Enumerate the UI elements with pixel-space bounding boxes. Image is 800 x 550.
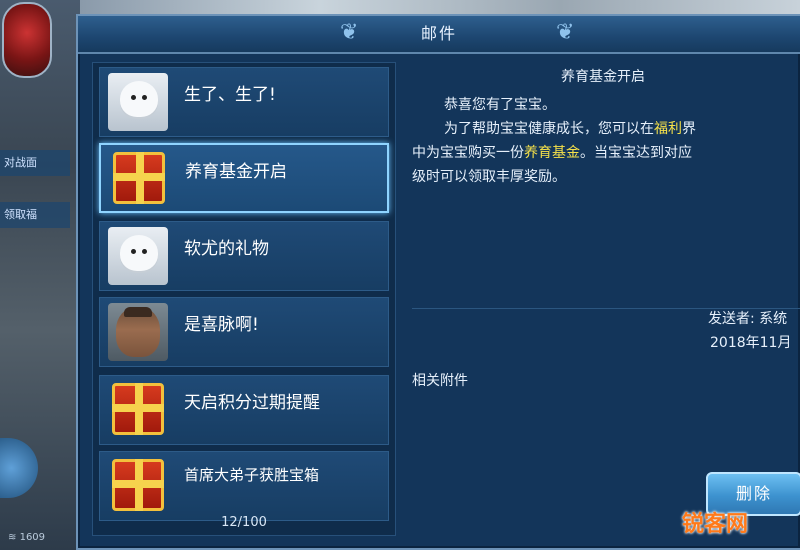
mail-window-title: 邮件 xyxy=(420,24,457,43)
mail-sender: 发送者: 系统 xyxy=(708,311,788,327)
mail-thumb xyxy=(108,381,168,439)
mail-thumb xyxy=(108,303,168,361)
mail-item-title: 生了、生了! xyxy=(184,85,276,105)
mail-list-item[interactable]: 软尤的礼物 xyxy=(99,221,389,291)
old-man-portrait-icon xyxy=(116,307,160,357)
network-status: ≋ 1609 xyxy=(8,532,46,543)
mail-list-item[interactable]: 是喜脉啊! xyxy=(99,297,389,367)
mail-item-title: 天启积分过期提醒 xyxy=(184,393,320,413)
mail-date: 2018年11月 xyxy=(710,335,792,351)
ghost-pet-icon xyxy=(120,81,158,117)
mail-thumb xyxy=(108,73,168,131)
mail-list-item[interactable]: 首席大弟子获胜宝箱 xyxy=(99,451,389,521)
hud-label-welfare[interactable]: 领取福 xyxy=(0,202,70,228)
mail-titlebar: ❦ 邮件 ❦ xyxy=(78,16,800,54)
wifi-icon: ≋ xyxy=(8,532,17,543)
ornament-right-icon: ❦ xyxy=(556,20,575,45)
gift-box-icon xyxy=(112,459,164,511)
mail-item-title: 软尤的礼物 xyxy=(184,239,269,259)
welfare-link[interactable]: 福利 xyxy=(654,121,682,137)
mail-list-item-selected[interactable]: 养育基金开启 xyxy=(99,143,389,213)
mail-subject: 养育基金开启 xyxy=(561,69,645,85)
watermark-logo: 锐客网 xyxy=(682,512,749,537)
mail-body-line: 中为宝宝购买一份养育基金。当宝宝达到对应 xyxy=(412,145,692,161)
mail-body-line: 恭喜您有了宝宝。 xyxy=(444,97,556,113)
mail-detail: 养育基金开启 恭喜您有了宝宝。 为了帮助宝宝健康成长，您可以在福利界 中为宝宝购… xyxy=(404,62,800,534)
mail-item-title: 首席大弟子获胜宝箱 xyxy=(184,466,320,484)
mail-body-line: 为了帮助宝宝健康成长，您可以在福利界 xyxy=(444,121,696,137)
mail-window: ❦ 邮件 ❦ 生了、生了! 养育基金开启 软尤的礼物 是喜脉啊! 天启积分过期提… xyxy=(76,14,800,550)
mail-list[interactable]: 生了、生了! 养育基金开启 软尤的礼物 是喜脉啊! 天启积分过期提醒 首席大弟子… xyxy=(92,62,396,536)
mail-count: 12/100 xyxy=(221,515,267,530)
gift-box-icon xyxy=(112,383,164,435)
mail-body-line: 级时可以领取丰厚奖励。 xyxy=(412,169,566,185)
gift-box-icon xyxy=(113,152,165,204)
mail-item-title: 是喜脉啊! xyxy=(184,315,259,335)
attachments-label: 相关附件 xyxy=(412,373,468,389)
mail-thumb xyxy=(108,457,168,515)
mail-item-title: 养育基金开启 xyxy=(185,162,287,182)
ghost-pet-icon xyxy=(120,235,158,271)
mail-list-item[interactable]: 生了、生了! xyxy=(99,67,389,137)
mail-thumb xyxy=(109,150,169,208)
hud-label-battle[interactable]: 对战面 xyxy=(0,150,70,176)
mail-thumb xyxy=(108,227,168,285)
player-avatar[interactable] xyxy=(2,2,52,78)
fund-link[interactable]: 养育基金 xyxy=(524,145,580,161)
mail-list-item[interactable]: 天启积分过期提醒 xyxy=(99,375,389,445)
